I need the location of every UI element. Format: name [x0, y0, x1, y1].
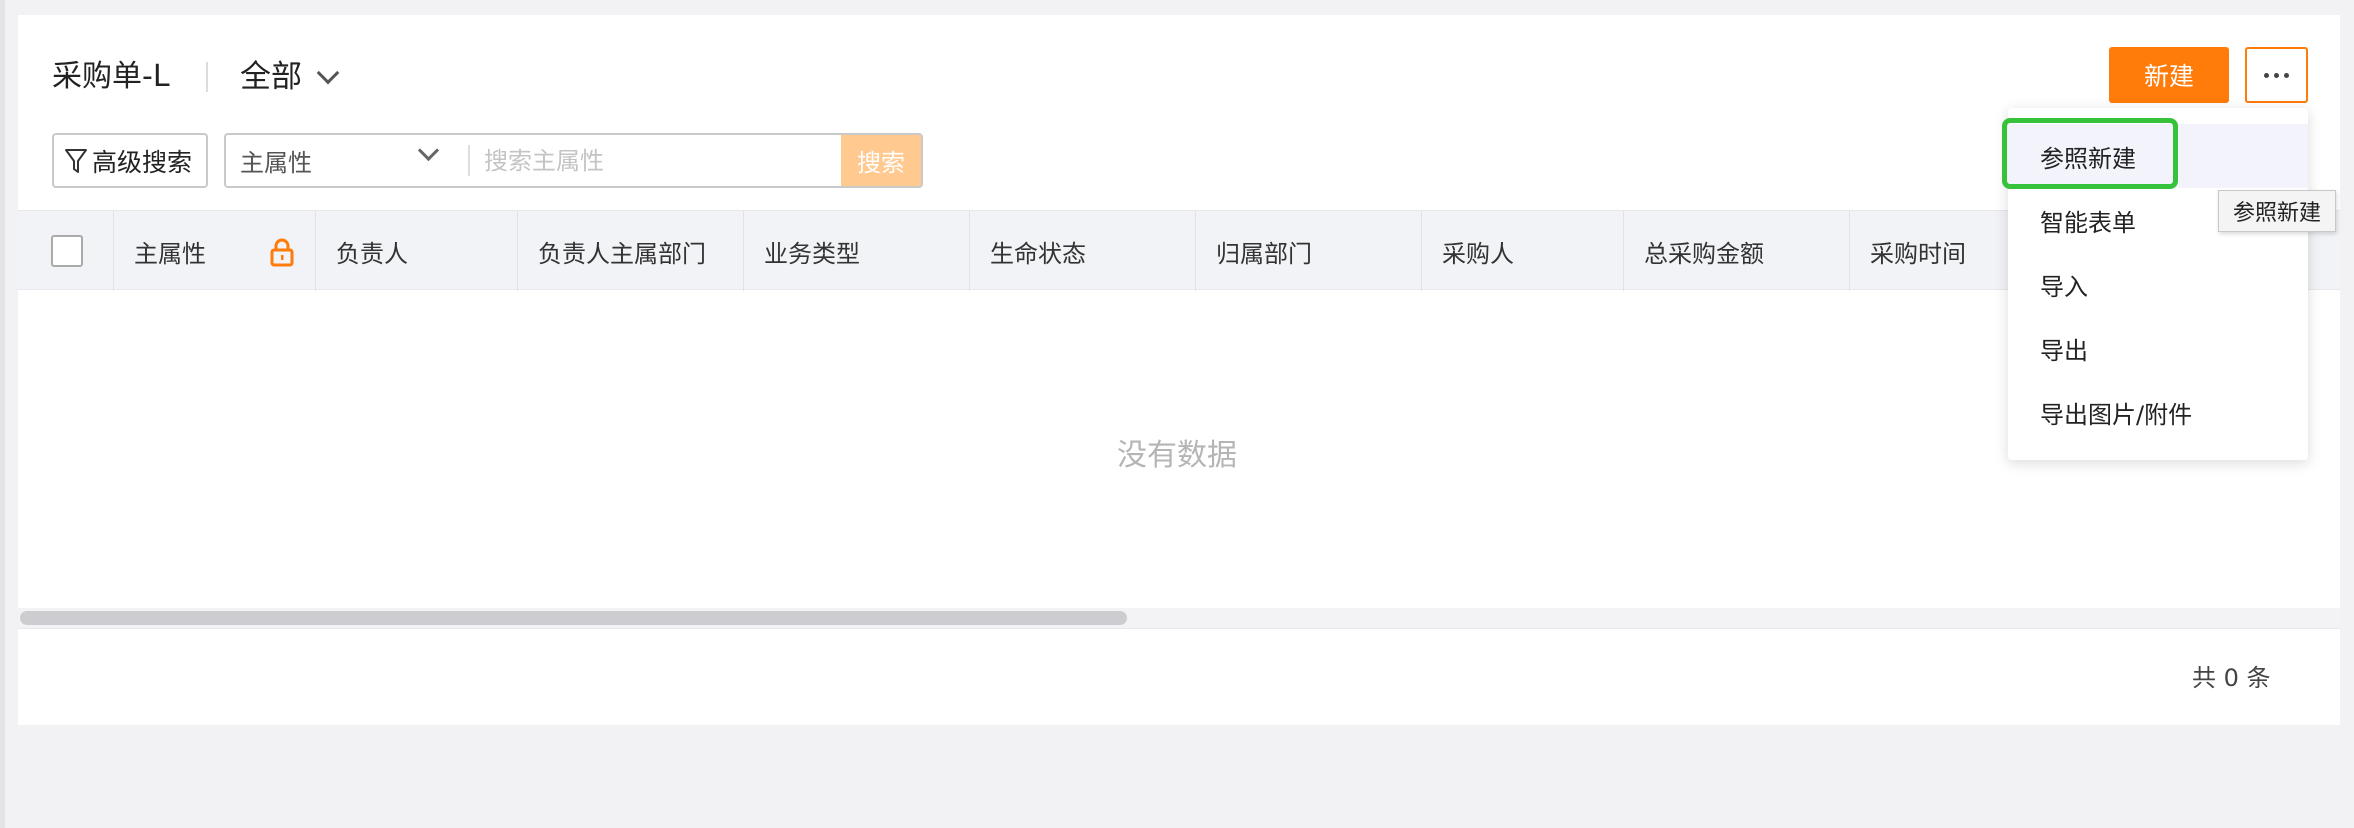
page-title: 采购单-L — [52, 59, 170, 94]
column-header[interactable]: 负责人 — [316, 211, 518, 291]
chevron-down-icon — [316, 61, 340, 85]
menu-item-export[interactable]: 导出 — [2008, 316, 2308, 380]
more-menu: 参照新建 智能表单 导入 导出 导出图片/附件 — [2008, 108, 2308, 460]
search-field-select[interactable]: 主属性 — [226, 135, 464, 186]
tooltip: 参照新建 — [2218, 190, 2337, 232]
empty-state-text: 没有数据 — [1117, 438, 1237, 473]
advanced-search-label: 高级搜索 — [92, 147, 193, 177]
view-selector-label: 全部 — [240, 59, 302, 95]
total-count: 共 0 条 — [2192, 664, 2271, 692]
left-border — [0, 0, 5, 828]
view-selector[interactable]: 全部 — [240, 57, 340, 97]
column-header[interactable]: 采购人 — [1422, 211, 1624, 291]
search-button[interactable]: 搜索 — [841, 135, 921, 186]
lock-icon[interactable] — [269, 237, 295, 267]
search-field-label: 主属性 — [240, 149, 312, 177]
column-header[interactable]: 总采购金额 — [1624, 211, 1850, 291]
column-header[interactable]: 归属部门 — [1196, 211, 1422, 291]
footer-divider — [18, 628, 2340, 629]
menu-item-export-attachments[interactable]: 导出图片/附件 — [2008, 380, 2308, 444]
more-button[interactable] — [2245, 47, 2308, 103]
column-header[interactable]: 业务类型 — [744, 211, 970, 291]
search-divider — [468, 145, 470, 176]
more-icon — [2264, 72, 2289, 78]
column-header[interactable]: 负责人主属部门 — [518, 211, 744, 291]
scrollbar-thumb[interactable] — [20, 611, 1127, 625]
table-header: 主属性 负责人 负责人主属部门 业务类型 生命状态 归属部门 采购人 总采购金额… — [18, 210, 2340, 291]
advanced-search-button[interactable]: 高级搜索 — [52, 133, 208, 188]
column-header[interactable]: 主属性 — [114, 211, 316, 291]
chevron-down-icon — [417, 139, 440, 162]
column-header[interactable]: 生命状态 — [970, 211, 1196, 291]
page: 采购单-L 全部 新建 高级搜索 主属性 搜索 主属性 搜索 主属性 负责人 负… — [0, 0, 2354, 828]
search-bar: 主属性 搜索 — [224, 133, 923, 188]
menu-item-import[interactable]: 导入 — [2008, 252, 2308, 316]
select-all-checkbox[interactable] — [51, 235, 83, 267]
new-button[interactable]: 新建 — [2109, 47, 2229, 103]
select-all-cell — [18, 211, 114, 291]
title-divider — [206, 62, 208, 92]
filter-icon — [65, 148, 87, 173]
menu-item-copy-new[interactable]: 参照新建 — [2008, 124, 2308, 188]
